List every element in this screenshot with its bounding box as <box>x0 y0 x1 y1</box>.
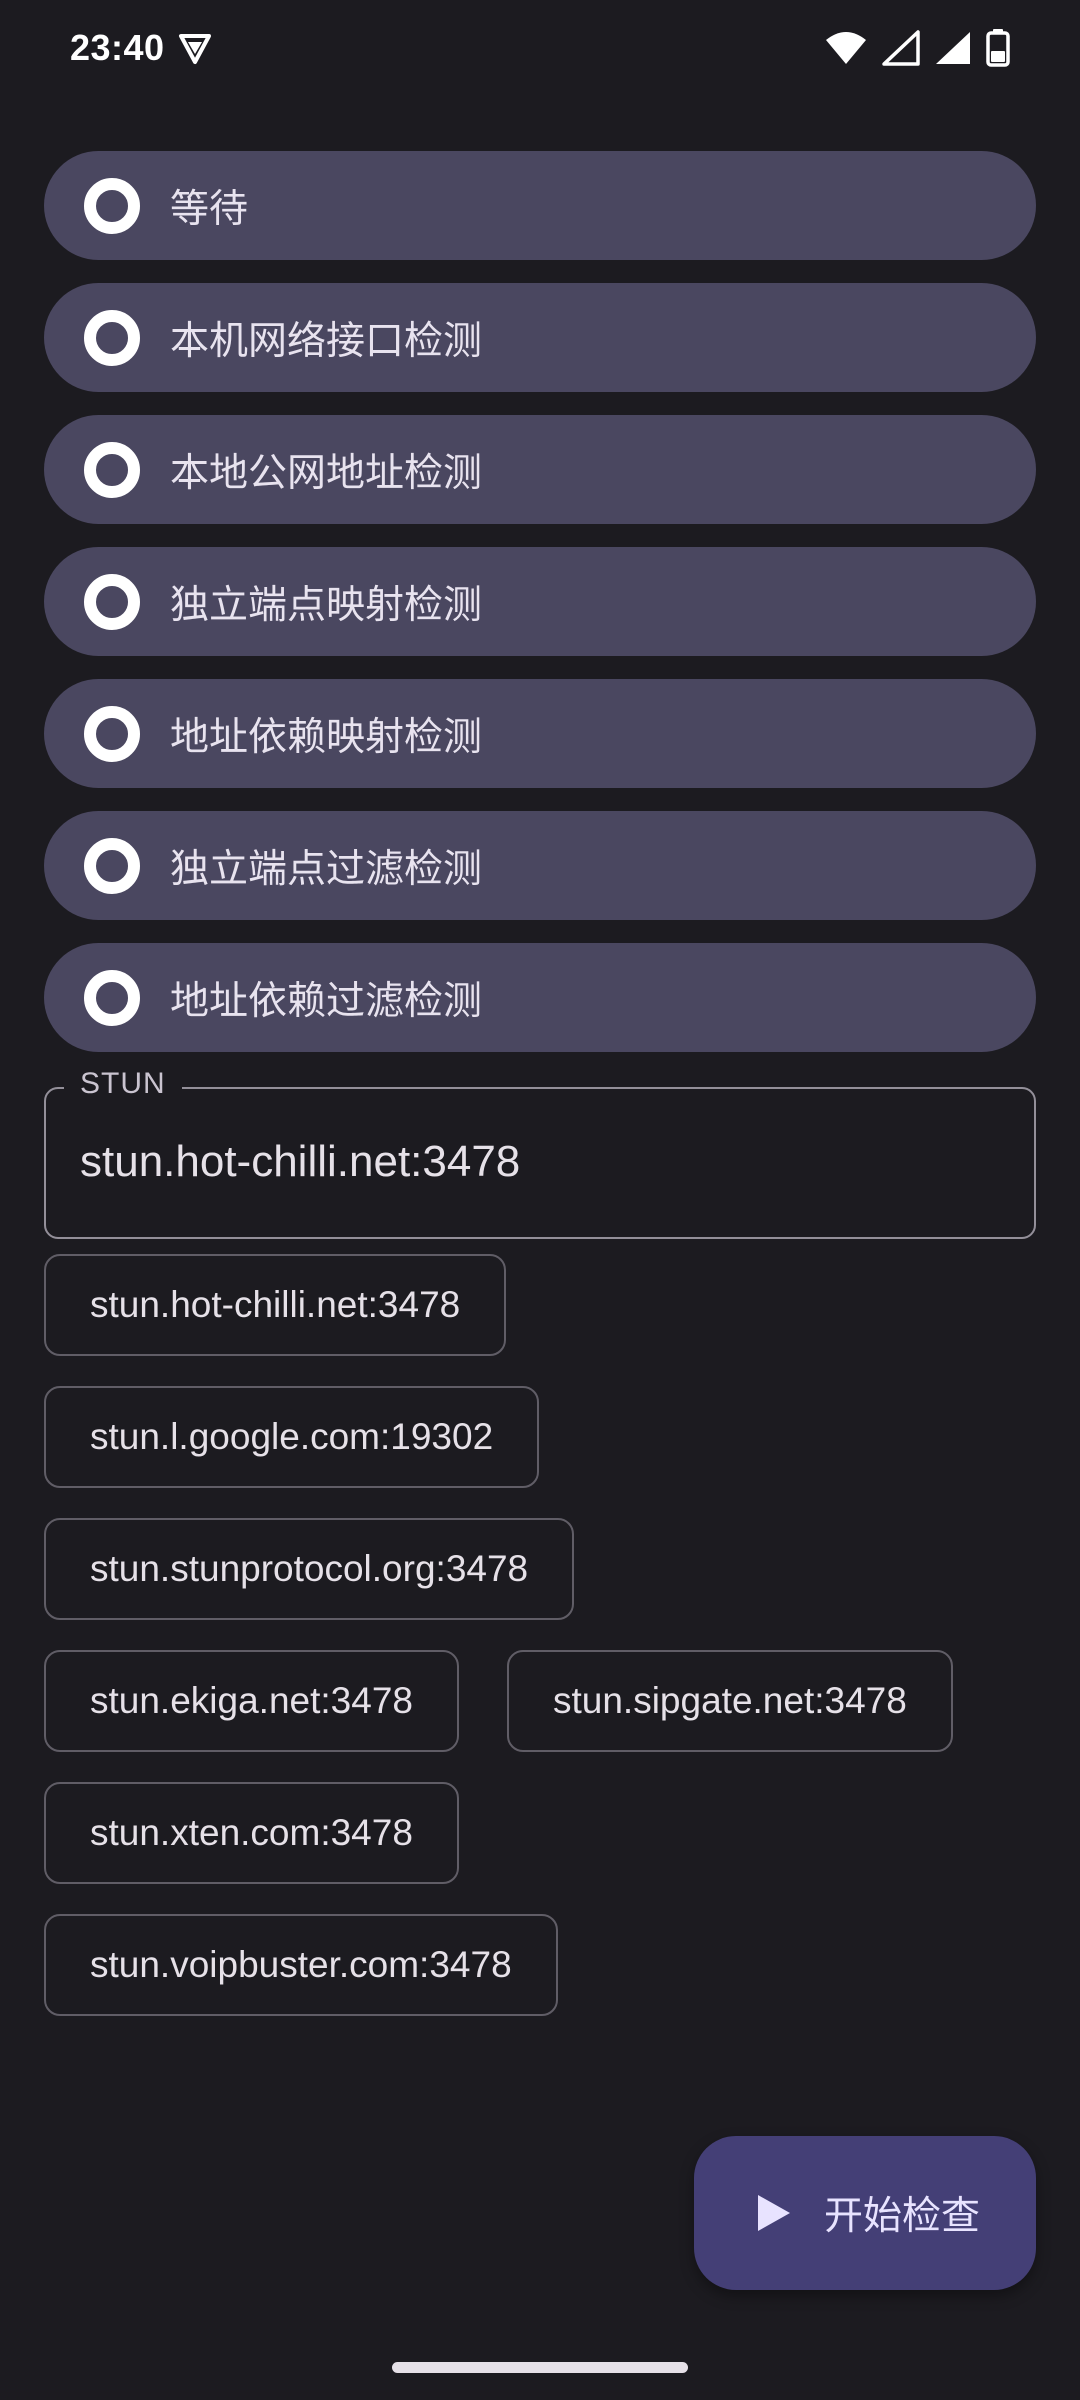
app-screen: 23:40 等待 本机网络接口检测 本地公网地址检测 独立端点映射检测 地址依赖… <box>0 0 1080 2400</box>
play-icon <box>758 2195 790 2231</box>
step-label: 地址依赖映射检测 <box>170 714 483 760</box>
stun-field-value[interactable]: stun.hot-chilli.net:3478 <box>80 1137 520 1187</box>
step-label: 等待 <box>170 186 249 232</box>
step-item[interactable]: 等待 <box>44 151 1036 260</box>
step-label: 独立端点映射检测 <box>170 582 483 628</box>
server-chip[interactable]: stun.voipbuster.com:3478 <box>44 1914 558 2016</box>
check-steps-list: 等待 本机网络接口检测 本地公网地址检测 独立端点映射检测 地址依赖映射检测 独… <box>44 151 1036 1052</box>
status-bar: 23:40 <box>0 0 1080 96</box>
step-item[interactable]: 独立端点过滤检测 <box>44 811 1036 920</box>
step-label: 地址依赖过滤检测 <box>170 978 483 1024</box>
server-chip[interactable]: stun.hot-chilli.net:3478 <box>44 1254 507 1356</box>
status-time: 23:40 <box>70 27 165 68</box>
step-label: 本地公网地址检测 <box>170 450 483 496</box>
step-label: 本机网络接口检测 <box>170 318 483 364</box>
step-label: 独立端点过滤检测 <box>170 846 483 892</box>
step-item[interactable]: 地址依赖映射检测 <box>44 679 1036 788</box>
radio-icon <box>84 837 140 894</box>
wifi-icon <box>824 30 868 66</box>
server-chip[interactable]: stun.sipgate.net:3478 <box>507 1650 953 1752</box>
radio-icon <box>84 177 140 234</box>
radio-icon <box>84 969 140 1026</box>
signal-icon-2 <box>934 30 972 66</box>
server-chip[interactable]: stun.l.google.com:19302 <box>44 1386 540 1488</box>
signal-icon <box>882 30 920 66</box>
start-check-label: 开始检查 <box>824 2194 981 2239</box>
radio-icon <box>84 309 140 366</box>
step-item[interactable]: 地址依赖过滤检测 <box>44 943 1036 1052</box>
shield-vpn-icon <box>177 30 213 66</box>
step-item[interactable]: 本机网络接口检测 <box>44 283 1036 392</box>
stun-field-label: STUN <box>64 1067 182 1101</box>
step-item[interactable]: 独立端点映射检测 <box>44 547 1036 656</box>
step-item[interactable]: 本地公网地址检测 <box>44 415 1036 524</box>
radio-icon <box>84 441 140 498</box>
stun-server-input[interactable]: STUN stun.hot-chilli.net:3478 <box>44 1067 1036 1239</box>
server-chip[interactable]: stun.stunprotocol.org:3478 <box>44 1518 575 1620</box>
server-chip[interactable]: stun.ekiga.net:3478 <box>44 1650 459 1752</box>
server-chip[interactable]: stun.xten.com:3478 <box>44 1782 459 1884</box>
radio-icon <box>84 573 140 630</box>
radio-icon <box>84 705 140 762</box>
battery-icon <box>986 29 1010 67</box>
start-check-button[interactable]: 开始检查 <box>694 2136 1036 2290</box>
gesture-nav-handle[interactable] <box>392 2362 688 2373</box>
